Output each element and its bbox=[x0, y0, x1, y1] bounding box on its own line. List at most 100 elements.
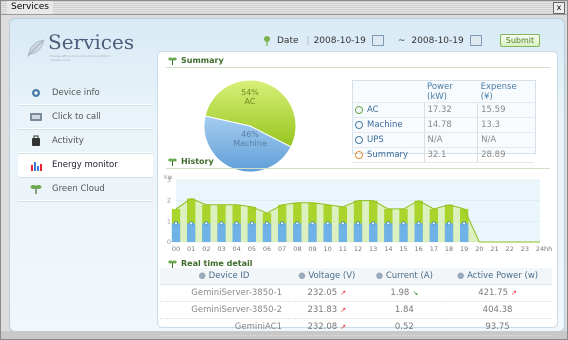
x-tick-label: 17 bbox=[430, 245, 438, 253]
x-tick-label: 05 bbox=[248, 245, 256, 253]
x-tick-label: 18 bbox=[445, 245, 453, 253]
machine-point bbox=[295, 221, 300, 226]
col-current[interactable]: ● Current (A) bbox=[365, 268, 444, 285]
x-tick-label: 03 bbox=[217, 245, 225, 253]
summary-row-ac: AC 17.32 15.59 bbox=[352, 102, 534, 118]
table-row[interactable]: GeminiServer-3850-1 232.05 ↗ 1.98 ↘ 421.75… bbox=[160, 284, 552, 302]
x-tick-label: 10 bbox=[324, 245, 332, 253]
x-tick-label: 09 bbox=[308, 245, 316, 253]
row-expense: 28.89 bbox=[477, 147, 534, 163]
x-tick-label: 12 bbox=[354, 245, 362, 253]
bar-machine bbox=[414, 223, 423, 242]
col-label: Active Power (w) bbox=[467, 271, 539, 281]
status-dot-icon bbox=[355, 105, 363, 114]
app-name: Services bbox=[48, 30, 135, 54]
x-tick-label: 19 bbox=[460, 245, 468, 253]
bar-machine bbox=[399, 223, 408, 242]
chart-icon bbox=[28, 159, 44, 171]
date-range-bar: Date | 2008-10-19 ~ 2008-10-19 Submit bbox=[263, 34, 541, 47]
summary-table: Power (kW) Expense (¥) AC 17.32 15.59 Ma… bbox=[352, 82, 534, 163]
pie-machine-percent: 46% bbox=[241, 130, 259, 139]
pie-machine-name: Machine bbox=[233, 139, 267, 148]
bar-machine bbox=[459, 223, 469, 242]
row-expense: 15.59 bbox=[477, 102, 534, 118]
summary-pie-chart: 54% AC 46% Machine bbox=[200, 76, 300, 176]
summary-title: Summary bbox=[181, 56, 224, 65]
row-power: N/A bbox=[423, 132, 478, 148]
date-label: Date bbox=[277, 35, 299, 46]
sidebar-item-click-to-call[interactable]: Click to call bbox=[18, 106, 153, 129]
history-heading: History bbox=[168, 157, 214, 166]
machine-point bbox=[446, 221, 451, 226]
x-tick-label: 06 bbox=[263, 245, 271, 253]
summary-row-total: Summary 32.1 28.89 bbox=[352, 147, 534, 163]
title-bar[interactable]: Services x bbox=[1, 1, 567, 15]
table-row[interactable]: GeminiServer-3850-2 231.83 ↗ 1.84 404.38 bbox=[160, 301, 552, 319]
machine-point bbox=[265, 221, 270, 226]
close-button[interactable]: x bbox=[553, 2, 565, 14]
machine-point bbox=[401, 221, 406, 226]
date-range-separator: ~ bbox=[397, 35, 406, 46]
x-tick-label: 15 bbox=[399, 245, 407, 253]
pie-ac-percent: 54% bbox=[241, 88, 259, 97]
machine-point bbox=[355, 221, 360, 226]
power-cell: 421.75 bbox=[478, 288, 508, 298]
date-from-field[interactable]: 2008-10-19 bbox=[314, 36, 366, 46]
realtime-title: Real time detail bbox=[181, 259, 253, 268]
machine-point bbox=[189, 221, 194, 226]
trend-up-icon: ↗ bbox=[340, 306, 347, 314]
col-label: Device ID bbox=[208, 271, 250, 281]
x-tick-label: 14 bbox=[384, 245, 392, 253]
pie-label-ac: 54% AC bbox=[235, 88, 265, 106]
bar-machine bbox=[186, 223, 196, 242]
bar-machine bbox=[353, 223, 363, 242]
bar-machine bbox=[308, 223, 317, 242]
machine-point bbox=[431, 221, 436, 226]
history-chart-svg: kw012300 01 02 03 04 05 06 07 08 09 10 11 12 13 14 15 16… bbox=[164, 174, 552, 253]
status-dot-icon bbox=[355, 120, 363, 129]
current-cell: 0.52 bbox=[365, 318, 444, 336]
col-voltage[interactable]: ● Voltage (V) bbox=[288, 268, 366, 285]
machine-point bbox=[462, 221, 467, 226]
sidebar-item-green-cloud[interactable]: Green Cloud bbox=[18, 178, 153, 201]
bar-machine bbox=[247, 223, 257, 242]
summary-table-header: Power (kW) Expense (¥) bbox=[352, 82, 534, 103]
device-id-cell: GeminiServer-3850-2 bbox=[160, 301, 289, 319]
realtime-heading: Real time detail bbox=[168, 259, 252, 268]
sidebar-item-label: Click to call bbox=[52, 112, 101, 122]
voltage-cell: 232.05 bbox=[307, 288, 338, 298]
calendar-from-icon[interactable] bbox=[371, 35, 384, 46]
trend-up-icon: ↗ bbox=[510, 289, 517, 297]
sidebar-item-activity[interactable]: Activity bbox=[18, 130, 153, 153]
col-label: Voltage (V) bbox=[308, 271, 356, 281]
submit-button[interactable]: Submit bbox=[499, 34, 541, 47]
table-row[interactable]: GeminiAC1 232.08 ↗ 0.52 93.75 bbox=[160, 318, 552, 336]
sidebar-item-energy-monitor[interactable]: Energy monitor bbox=[18, 154, 153, 177]
x-tick-label: 24 bbox=[536, 245, 544, 253]
date-to-field[interactable]: 2008-10-19 bbox=[411, 36, 463, 46]
row-power: 32.1 bbox=[423, 147, 478, 163]
status-dot-icon bbox=[355, 150, 363, 159]
power-cell: 404.38 bbox=[443, 301, 552, 319]
pie-ac-name: AC bbox=[244, 97, 256, 106]
leaf-icon bbox=[168, 158, 177, 166]
x-tick-label: 23 bbox=[521, 245, 529, 253]
bar-machine bbox=[202, 223, 211, 242]
machine-point bbox=[325, 221, 330, 226]
device-icon bbox=[28, 87, 44, 99]
calendar-to-icon[interactable] bbox=[469, 35, 482, 46]
summary-row-machine: Machine 14.78 13.3 bbox=[352, 117, 534, 133]
machine-point bbox=[249, 221, 254, 226]
history-title: History bbox=[181, 157, 214, 166]
sidebar-item-device-info[interactable]: Device info bbox=[18, 82, 153, 105]
phone-icon bbox=[28, 111, 44, 123]
bar-machine bbox=[429, 223, 439, 242]
status-dot-icon bbox=[355, 135, 363, 144]
col-active-power[interactable]: ● Active Power (w) bbox=[443, 268, 552, 285]
col-device-id[interactable]: ● Device ID bbox=[160, 268, 289, 285]
x-tick-label: 16 bbox=[415, 245, 423, 253]
bar-machine bbox=[368, 223, 378, 242]
bar-machine bbox=[171, 223, 181, 242]
machine-point bbox=[204, 221, 209, 226]
x-tick-label: 02 bbox=[202, 245, 210, 253]
